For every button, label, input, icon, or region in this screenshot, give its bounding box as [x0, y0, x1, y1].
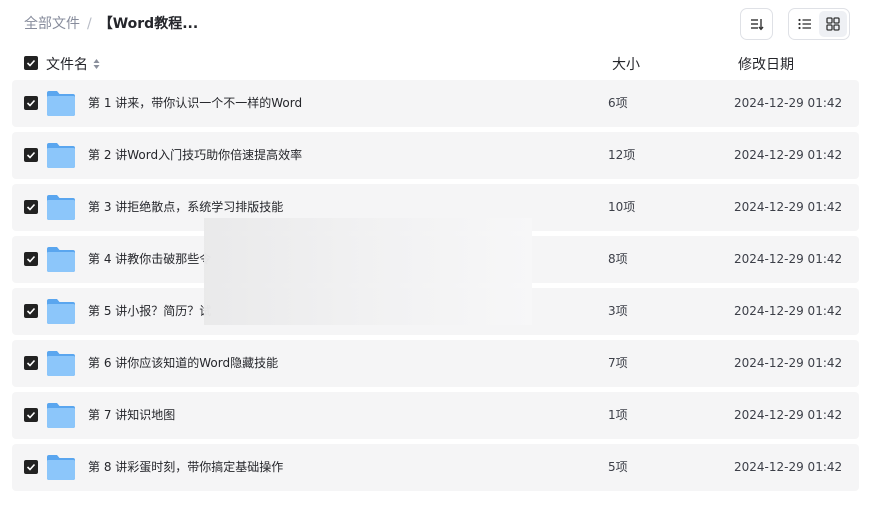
list-view-icon: [798, 18, 811, 30]
folder-icon: [47, 455, 75, 480]
folder-icon: [47, 143, 75, 168]
file-name[interactable]: 第 6 讲你应该知道的Word隐藏技能: [88, 356, 278, 371]
check-icon: [26, 151, 36, 159]
sort-button[interactable]: [740, 8, 773, 40]
folder-icon: [47, 195, 75, 220]
file-size: 6项: [608, 96, 628, 110]
file-name[interactable]: 第 3 讲拒绝散点，系统学习排版技能: [88, 200, 283, 215]
table-row[interactable]: 第 6 讲你应该知道的Word隐藏技能 7项 2024-12-29 01:42: [12, 340, 859, 387]
column-header-name-label: 文件名: [46, 57, 88, 73]
table-row[interactable]: 第 7 讲知识地图 1项 2024-12-29 01:42: [12, 392, 859, 439]
breadcrumb-root-link[interactable]: 全部文件: [24, 14, 80, 34]
file-size: 5项: [608, 460, 628, 474]
grid-view-icon: [826, 17, 840, 31]
check-icon: [26, 59, 36, 67]
check-icon: [26, 307, 36, 315]
table-row[interactable]: 第 8 讲彩蛋时刻，带你搞定基础操作 5项 2024-12-29 01:42: [12, 444, 859, 491]
file-modified-date: 2024-12-29 01:42: [734, 304, 843, 318]
folder-icon: [47, 91, 75, 116]
check-icon: [26, 359, 36, 367]
file-name[interactable]: 第 7 讲知识地图: [88, 408, 175, 423]
check-icon: [26, 255, 36, 263]
column-header-modified[interactable]: 修改日期: [738, 54, 794, 74]
folder-icon: [47, 403, 75, 428]
file-size: 3项: [608, 304, 628, 318]
file-size: 8项: [608, 252, 628, 266]
column-header-size[interactable]: 大小: [612, 54, 640, 74]
breadcrumb: 全部文件 / 【Word教程...: [24, 14, 198, 34]
view-toggle: [788, 8, 850, 40]
redaction-overlay: [204, 218, 532, 325]
select-all-checkbox[interactable]: [24, 56, 38, 70]
column-header-name[interactable]: 文件名: [46, 54, 100, 74]
file-name[interactable]: 第 2 讲Word入门技巧助你倍速提高效率: [88, 148, 302, 163]
row-checkbox[interactable]: [24, 356, 38, 370]
folder-icon: [47, 247, 75, 272]
check-icon: [26, 411, 36, 419]
file-modified-date: 2024-12-29 01:42: [734, 148, 843, 162]
file-modified-date: 2024-12-29 01:42: [734, 96, 843, 110]
row-checkbox[interactable]: [24, 460, 38, 474]
file-modified-date: 2024-12-29 01:42: [734, 252, 843, 266]
folder-icon: [47, 299, 75, 324]
row-checkbox[interactable]: [24, 304, 38, 318]
file-size: 12项: [608, 148, 636, 162]
file-size: 7项: [608, 356, 628, 370]
sort-icon: [750, 19, 764, 31]
list-view-button[interactable]: [791, 11, 819, 37]
file-modified-date: 2024-12-29 01:42: [734, 200, 843, 214]
column-sort-icon[interactable]: [93, 58, 100, 70]
file-size: 1项: [608, 408, 628, 422]
file-size: 10项: [608, 200, 636, 214]
file-name[interactable]: 第 4 讲教你击破那些令: [88, 252, 211, 267]
row-checkbox[interactable]: [24, 408, 38, 422]
check-icon: [26, 203, 36, 211]
check-icon: [26, 463, 36, 471]
table-row[interactable]: 第 1 讲来，带你认识一个不一样的Word 6项 2024-12-29 01:4…: [12, 80, 859, 127]
check-icon: [26, 99, 36, 107]
file-name[interactable]: 第 8 讲彩蛋时刻，带你搞定基础操作: [88, 460, 283, 475]
grid-view-button[interactable]: [819, 11, 847, 37]
row-checkbox[interactable]: [24, 96, 38, 110]
table-row[interactable]: 第 2 讲Word入门技巧助你倍速提高效率 12项 2024-12-29 01:…: [12, 132, 859, 179]
folder-icon: [47, 351, 75, 376]
table-header: 文件名 大小 修改日期: [0, 52, 874, 76]
breadcrumb-current: 【Word教程...: [98, 16, 199, 32]
row-checkbox[interactable]: [24, 252, 38, 266]
file-modified-date: 2024-12-29 01:42: [734, 460, 843, 474]
file-name[interactable]: 第 1 讲来，带你认识一个不一样的Word: [88, 96, 302, 111]
file-modified-date: 2024-12-29 01:42: [734, 408, 843, 422]
breadcrumb-separator: /: [87, 16, 92, 32]
row-checkbox[interactable]: [24, 200, 38, 214]
file-name[interactable]: 第 5 讲小报？简历？试: [88, 304, 211, 319]
file-modified-date: 2024-12-29 01:42: [734, 356, 843, 370]
top-bar: 全部文件 / 【Word教程...: [0, 0, 874, 48]
row-checkbox[interactable]: [24, 148, 38, 162]
